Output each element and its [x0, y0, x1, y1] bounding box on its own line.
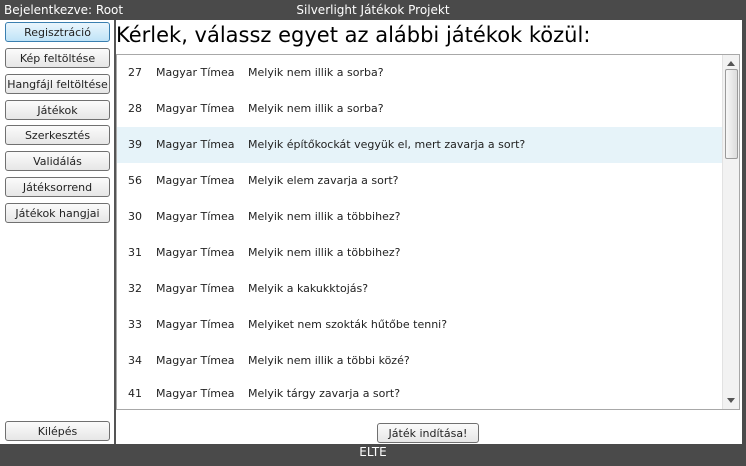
game-question: Melyik nem illik a többi közé? — [248, 354, 410, 367]
game-author: Magyar Tímea — [156, 102, 235, 115]
list-item[interactable]: 56 Magyar Tímea Melyik elem zavarja a so… — [117, 163, 723, 199]
game-question: Melyik nem illik a többihez? — [248, 210, 401, 223]
game-question: Melyik nem illik a többihez? — [248, 246, 401, 259]
scroll-up-arrow-icon[interactable] — [727, 61, 735, 66]
list-item[interactable]: 41 Magyar Tímea Melyik tárgy zavarja a s… — [117, 376, 723, 409]
list-item[interactable]: 31 Magyar Tímea Melyik nem illik a többi… — [117, 235, 723, 271]
sidebar-item-game-sounds[interactable]: Játékok hangjai — [5, 203, 110, 223]
sidebar-item-audio-upload[interactable]: Hangfájl feltöltése — [5, 74, 110, 94]
list-item[interactable]: 28 Magyar Tímea Melyik nem illik a sorba… — [117, 91, 723, 127]
game-author: Magyar Tímea — [156, 387, 235, 400]
game-question: Melyik építőkockát vegyük el, mert zavar… — [248, 138, 526, 151]
game-question: Melyik nem illik a sorba? — [248, 102, 384, 115]
sidebar: Regisztráció Kép feltöltése Hangfájl fel… — [0, 20, 116, 444]
game-id: 28 — [128, 102, 142, 115]
sidebar-item-image-upload[interactable]: Kép feltöltése — [5, 48, 110, 68]
game-author: Magyar Tímea — [156, 354, 235, 367]
game-author: Magyar Tímea — [156, 318, 235, 331]
game-id: 41 — [128, 387, 142, 400]
game-id: 33 — [128, 318, 142, 331]
game-author: Magyar Tímea — [156, 282, 235, 295]
list-item[interactable]: 33 Magyar Tímea Melyiket nem szokták hűt… — [117, 307, 723, 343]
scroll-down-arrow-icon[interactable] — [727, 398, 735, 403]
title-bar: Bejelentkezve: Root Silverlight Játékok … — [0, 0, 746, 20]
window-frame-right — [742, 20, 746, 444]
game-author: Magyar Tímea — [156, 174, 235, 187]
game-id: 34 — [128, 354, 142, 367]
scrollbar-thumb[interactable] — [725, 69, 738, 159]
sidebar-item-validate[interactable]: Validálás — [5, 151, 110, 171]
list-item[interactable]: 34 Magyar Tímea Melyik nem illik a többi… — [117, 343, 723, 379]
list-item-selected[interactable]: 39 Magyar Tímea Melyik építőkockát vegyü… — [117, 127, 723, 163]
game-question: Melyiket nem szokták hűtőbe tenni? — [248, 318, 448, 331]
sidebar-item-edit[interactable]: Szerkesztés — [5, 125, 110, 145]
sidebar-item-registration[interactable]: Regisztráció — [5, 22, 110, 42]
game-id: 56 — [128, 174, 142, 187]
game-id: 31 — [128, 246, 142, 259]
footer: ELTE — [0, 444, 746, 466]
games-list[interactable]: 27 Magyar Tímea Melyik nem illik a sorba… — [116, 54, 740, 410]
game-id: 27 — [128, 66, 142, 79]
game-question: Melyik a kakukktojás? — [248, 282, 369, 295]
game-question: Melyik elem zavarja a sort? — [248, 174, 399, 187]
game-question: Melyik nem illik a sorba? — [248, 66, 384, 79]
sidebar-item-games[interactable]: Játékok — [5, 100, 110, 120]
list-item[interactable]: 32 Magyar Tímea Melyik a kakukktojás? — [117, 271, 723, 307]
list-item[interactable]: 27 Magyar Tímea Melyik nem illik a sorba… — [117, 55, 723, 91]
game-author: Magyar Tímea — [156, 66, 235, 79]
game-id: 39 — [128, 138, 142, 151]
logout-button[interactable]: Kilépés — [5, 421, 110, 441]
game-id: 30 — [128, 210, 142, 223]
game-author: Magyar Tímea — [156, 246, 235, 259]
page-title: Kérlek, válassz egyet az alábbi játékok … — [116, 23, 591, 47]
game-question: Melyik tárgy zavarja a sort? — [248, 387, 401, 400]
game-author: Magyar Tímea — [156, 138, 235, 151]
start-game-button[interactable]: Játék indítása! — [377, 423, 479, 443]
app-title: Silverlight Játékok Projekt — [296, 3, 450, 17]
list-item[interactable]: 30 Magyar Tímea Melyik nem illik a többi… — [117, 199, 723, 235]
vertical-scrollbar[interactable] — [722, 55, 739, 409]
game-author: Magyar Tímea — [156, 210, 235, 223]
game-id: 32 — [128, 282, 142, 295]
sidebar-item-game-order[interactable]: Játéksorrend — [5, 177, 110, 197]
